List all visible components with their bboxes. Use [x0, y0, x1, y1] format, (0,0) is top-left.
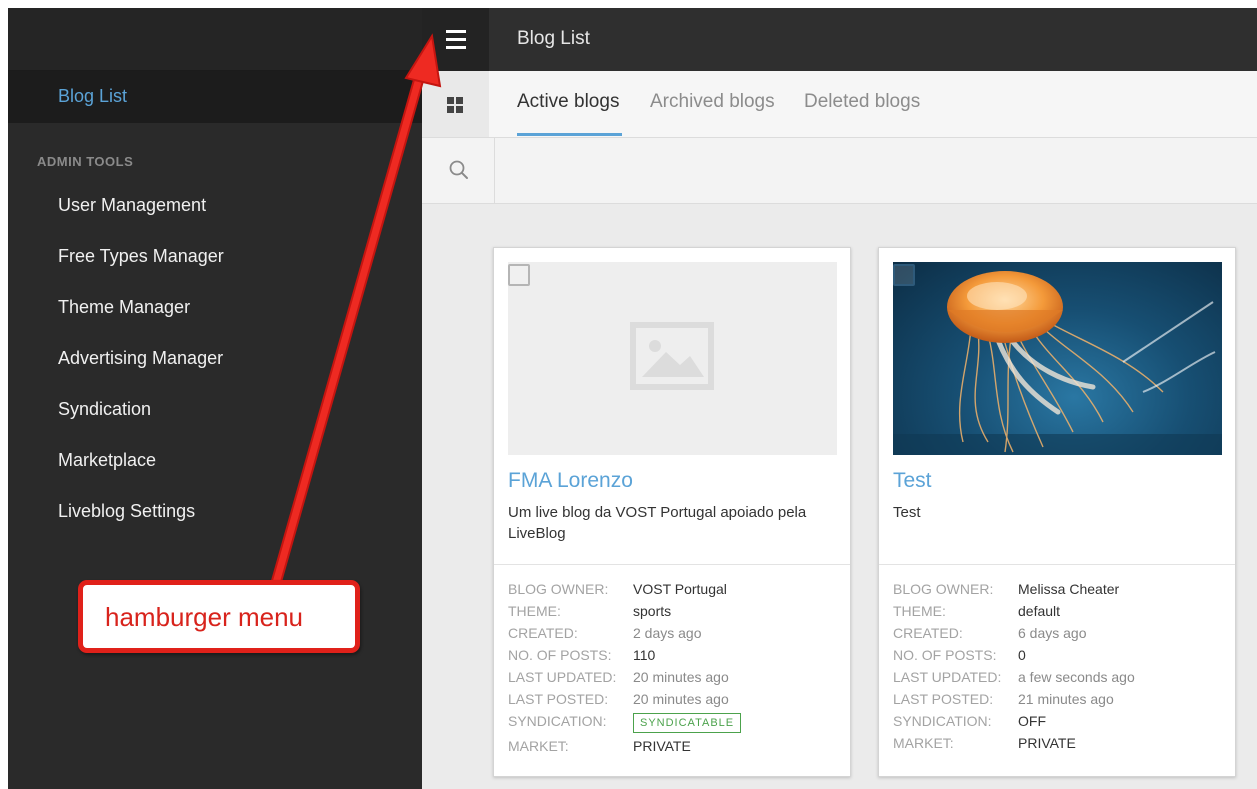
sidebar-item-marketplace[interactable]: Marketplace: [8, 446, 422, 497]
app-frame: Blog List ADMIN TOOLS User Management Fr…: [8, 8, 1257, 789]
sidebar-item-theme-manager[interactable]: Theme Manager: [8, 293, 422, 344]
updated-label: LAST UPDATED:: [893, 669, 1002, 685]
market-label: MARKET:: [893, 735, 954, 751]
sidebar-item-advertising-manager[interactable]: Advertising Manager: [8, 344, 422, 395]
top-bar: Blog List: [422, 8, 1257, 71]
created-value: 6 days ago: [1018, 625, 1087, 641]
tab-deleted-blogs[interactable]: Deleted blogs: [804, 91, 920, 113]
market-value: PRIVATE: [1018, 735, 1076, 751]
admin-nav-list: User Management Free Types Manager Theme…: [8, 191, 422, 548]
page-title: Blog List: [517, 28, 590, 49]
market-label: MARKET:: [508, 738, 569, 754]
blog-grid: FMA Lorenzo Um live blog da VOST Portuga…: [422, 204, 1257, 789]
syndication-label: SYNDICATION:: [893, 713, 992, 729]
posted-label: LAST POSTED:: [508, 691, 609, 707]
posts-label: NO. OF POSTS:: [508, 647, 612, 663]
blog-description: Um live blog da VOST Portugal apoiado pe…: [508, 504, 807, 542]
created-label: CREATED:: [508, 625, 578, 641]
posted-value: 20 minutes ago: [633, 691, 729, 707]
blog-title[interactable]: Test: [893, 469, 932, 493]
blog-card[interactable]: Test Test BLOG OWNER: Melissa Cheater THE…: [878, 247, 1236, 777]
blog-thumbnail: [893, 262, 1222, 455]
search-input[interactable]: [496, 138, 1256, 203]
posted-label: LAST POSTED:: [893, 691, 994, 707]
updated-label: LAST UPDATED:: [508, 669, 617, 685]
owner-value: VOST Portugal: [633, 581, 727, 597]
updated-value: a few seconds ago: [1018, 669, 1135, 685]
search-row: [422, 138, 1257, 204]
blog-card[interactable]: FMA Lorenzo Um live blog da VOST Portuga…: [493, 247, 851, 777]
annotation-text: hamburger menu: [105, 602, 303, 632]
created-value: 2 days ago: [633, 625, 702, 641]
syndication-label: SYNDICATION:: [508, 713, 607, 729]
syndicatable-badge: SYNDICATABLE: [633, 713, 742, 733]
created-label: CREATED:: [893, 625, 963, 641]
sidebar-item-liveblog-settings[interactable]: Liveblog Settings: [8, 497, 422, 548]
active-tab-indicator: [517, 133, 622, 136]
market-value: PRIVATE: [633, 738, 691, 754]
owner-label: BLOG OWNER:: [508, 581, 609, 597]
sidebar-item-syndication[interactable]: Syndication: [8, 395, 422, 446]
sidebar-header: [8, 8, 422, 71]
posts-value: 0: [1018, 647, 1026, 663]
theme-value: default: [1018, 603, 1061, 619]
grid-view-button[interactable]: [422, 71, 489, 137]
blog-title[interactable]: FMA Lorenzo: [508, 469, 633, 493]
blog-thumbnail: [508, 262, 837, 455]
tabs-row: Active blogs Archived blogs Deleted blog…: [422, 71, 1257, 138]
card-divider: [494, 564, 850, 565]
admin-tools-heading: ADMIN TOOLS: [37, 154, 134, 169]
search-button[interactable]: [422, 138, 495, 203]
owner-label: BLOG OWNER:: [893, 581, 994, 597]
annotation-callout: hamburger menu: [78, 580, 360, 653]
syndication-value: OFF: [1018, 713, 1046, 729]
image-placeholder-icon: [630, 322, 714, 390]
jellyfish-photo: [893, 271, 1222, 455]
posted-value: 21 minutes ago: [1018, 691, 1114, 707]
theme-value: sports: [633, 603, 672, 619]
blog-meta: BLOG OWNER: VOST Portugal THEME: sports CR…: [508, 578, 838, 757]
sidebar-item-user-management[interactable]: User Management: [8, 191, 422, 242]
sidebar-item-free-types-manager[interactable]: Free Types Manager: [8, 242, 422, 293]
tab-archived-blogs[interactable]: Archived blogs: [650, 91, 775, 113]
posts-label: NO. OF POSTS:: [893, 647, 997, 663]
posts-value: 110: [633, 647, 656, 663]
theme-label: THEME:: [508, 603, 561, 619]
search-icon: [449, 160, 468, 179]
blog-meta: BLOG OWNER: Melissa Cheater THEME: default…: [893, 578, 1223, 754]
updated-value: 20 minutes ago: [633, 669, 729, 685]
theme-label: THEME:: [893, 603, 946, 619]
blog-select-checkbox[interactable]: [508, 264, 530, 286]
owner-value: Melissa Cheater: [1018, 581, 1120, 597]
hamburger-menu-button[interactable]: [422, 8, 489, 71]
sidebar-item-label: Blog List: [58, 86, 128, 106]
blog-description: Test: [893, 504, 921, 521]
sidebar-item-blog-list[interactable]: Blog List: [8, 71, 422, 123]
blog-select-checkbox[interactable]: [893, 264, 915, 286]
tab-active-blogs[interactable]: Active blogs: [517, 91, 619, 113]
card-divider: [879, 564, 1235, 565]
sidebar: Blog List ADMIN TOOLS User Management Fr…: [8, 8, 422, 789]
